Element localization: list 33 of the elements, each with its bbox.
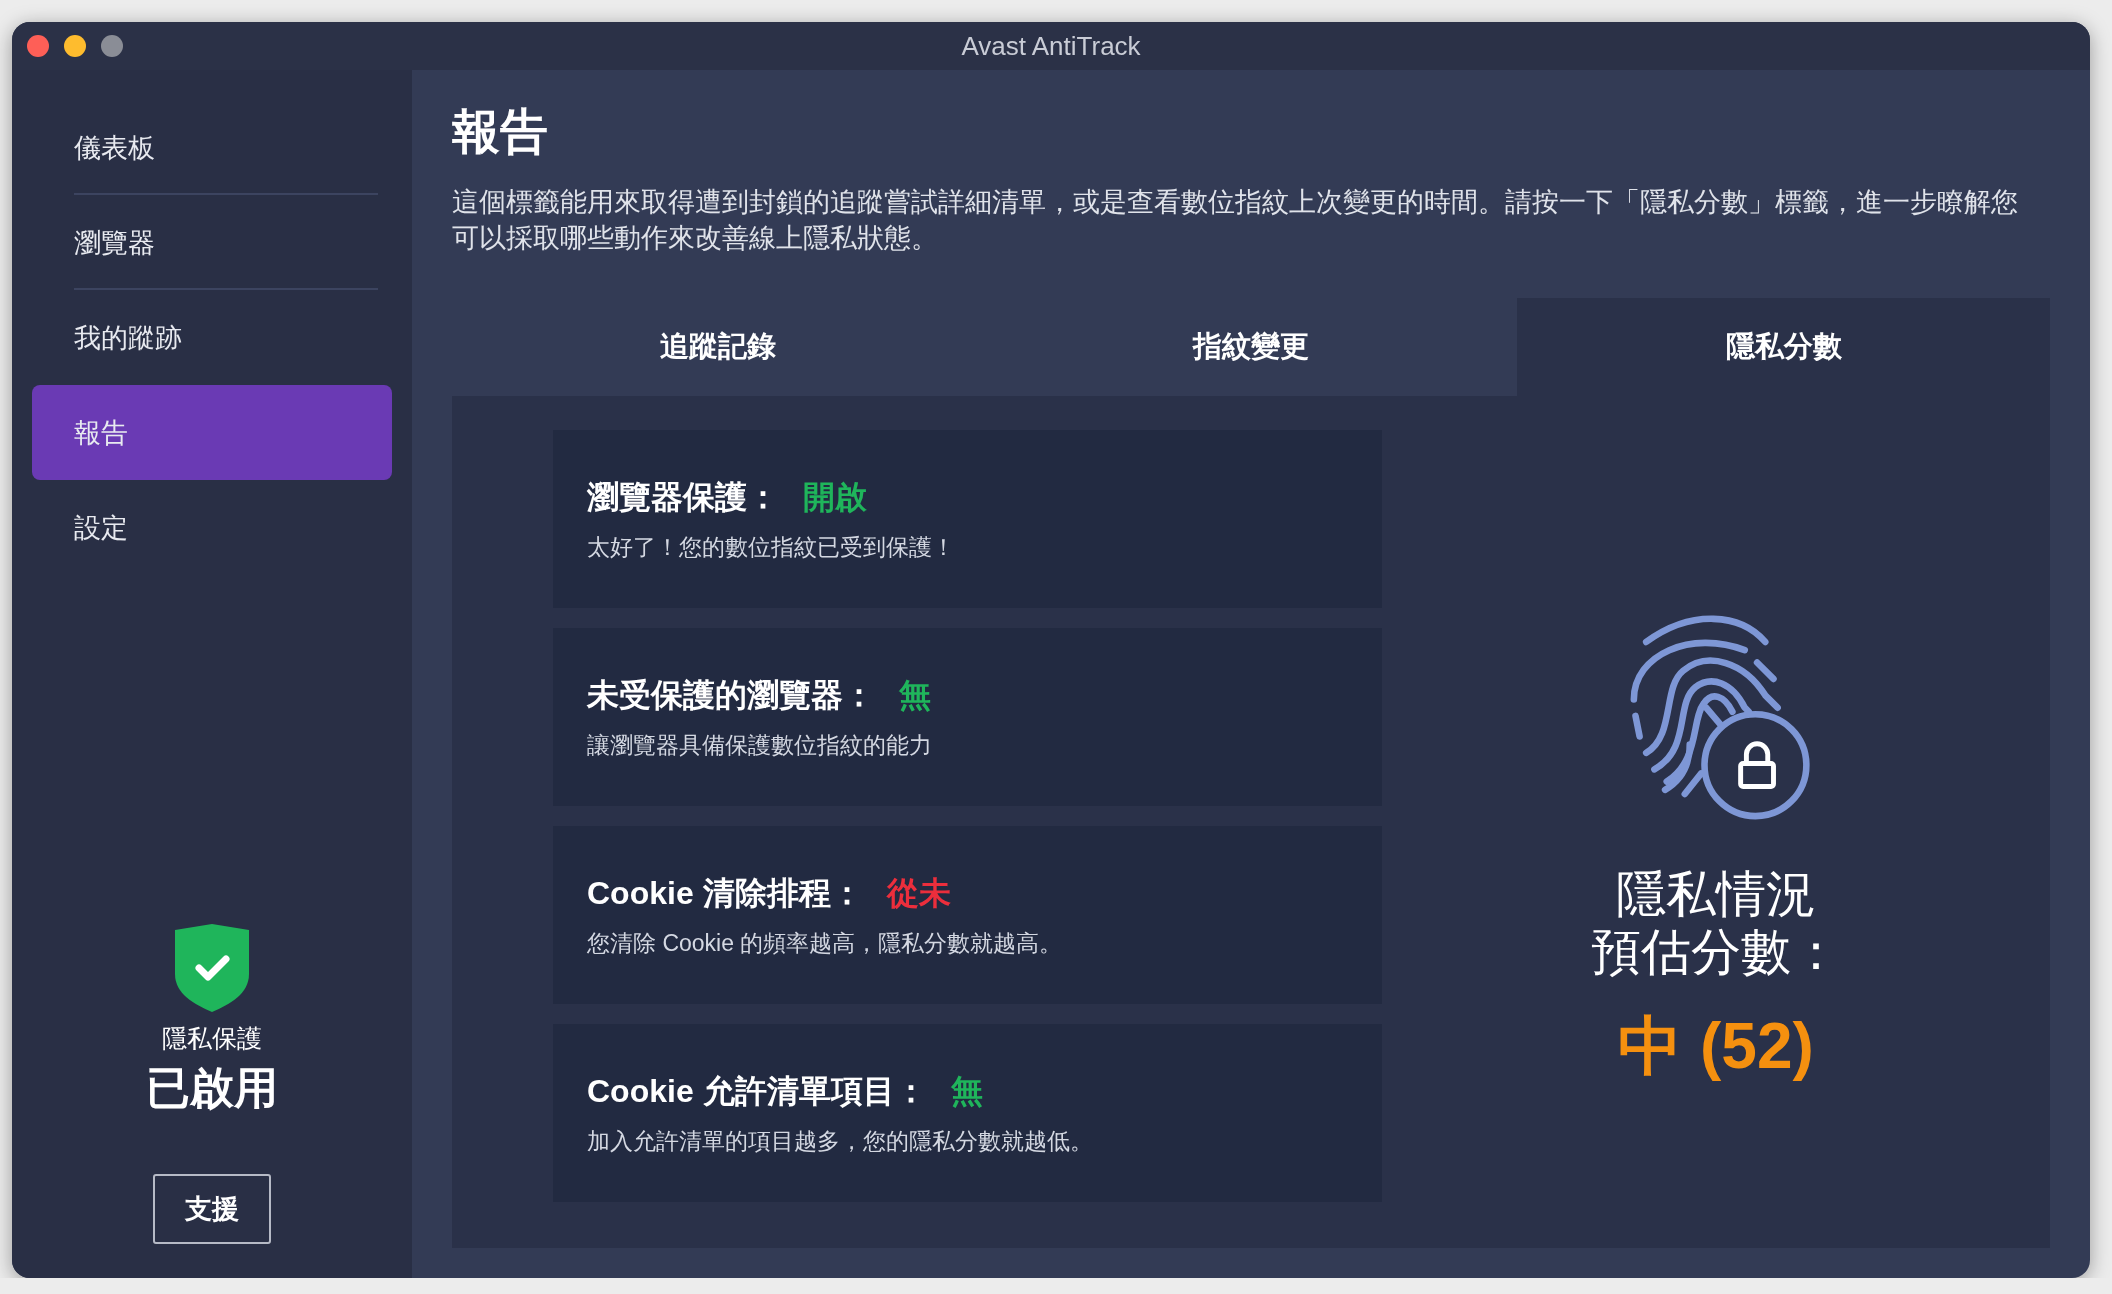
card-value: 從未	[886, 873, 951, 913]
sidebar-item[interactable]: 瀏覽器	[32, 195, 392, 290]
tab[interactable]: 指紋變更	[984, 298, 1518, 396]
shield-check-icon	[175, 924, 249, 1012]
tab[interactable]: 隱私分數	[1517, 298, 2050, 396]
score-label: 隱私情況	[1616, 864, 1816, 923]
zoom-button[interactable]	[101, 35, 123, 57]
card-description: 讓瀏覽器具備保護數位指紋的能力	[587, 730, 933, 760]
page-description: 這個標籤能用來取得遭到封鎖的追蹤嘗試詳細清單，或是查看數位指紋上次變更的時間。請按一下「隱私分數」標籤，進一步瞭解您可以採取哪些動作來改善線上隱私狀態。	[452, 186, 2019, 255]
sidebar-item[interactable]: 報告	[32, 385, 392, 480]
sidebar-item[interactable]: 設定	[32, 480, 392, 575]
page-title: 報告	[452, 104, 549, 160]
score-value: 中 (52)	[1618, 1008, 1814, 1084]
card-title: 未受保護的瀏覽器：	[587, 675, 875, 715]
tab[interactable]: 追蹤記錄	[452, 298, 985, 396]
card-value: 無	[950, 1071, 983, 1111]
card-title: Cookie 允許清單項目：	[587, 1071, 927, 1111]
status-label: 隱私保護	[162, 1023, 262, 1054]
sidebar-item[interactable]: 我的蹤跡	[32, 290, 392, 385]
card-title: 瀏覽器保護：	[587, 477, 779, 517]
sidebar-item[interactable]: 儀表板	[32, 100, 392, 195]
card-description: 您清除 Cookie 的頻率越高，隱私分數就越高。	[587, 928, 1064, 958]
card-title: Cookie 清除排程：	[587, 873, 863, 913]
card-description: 加入允許清單的項目越多，您的隱私分數就越低。	[587, 1126, 1094, 1156]
support-button[interactable]: 支援	[153, 1174, 271, 1244]
close-button[interactable]	[27, 35, 49, 57]
minimize-button[interactable]	[64, 35, 86, 57]
window-title: Avast AntiTrack	[961, 30, 1141, 61]
card-value: 無	[899, 675, 931, 715]
score-label: 預估分數：	[1591, 922, 1841, 981]
card-description: 太好了！您的數位指紋已受到保護！	[587, 532, 956, 562]
status-value: 已啟用	[146, 1062, 278, 1114]
card-value: 開啟	[803, 477, 867, 517]
